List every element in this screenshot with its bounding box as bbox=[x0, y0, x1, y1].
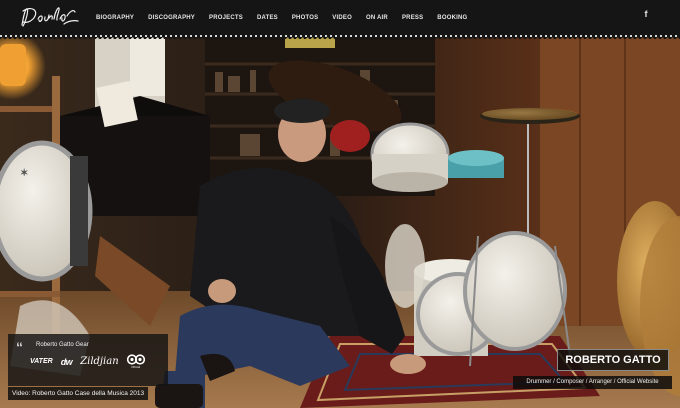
nav-discography[interactable]: Discography bbox=[148, 15, 195, 21]
nav-projects[interactable]: Projects bbox=[209, 15, 243, 21]
svg-text:✶: ✶ bbox=[20, 168, 28, 179]
gear-sponsor-box[interactable]: “ Roberto Gatto Gear VATER dw Zildjian O… bbox=[8, 334, 168, 386]
brand-remo-logo[interactable]: Official bbox=[126, 354, 145, 369]
brand-vater-logo[interactable]: VATER bbox=[30, 358, 53, 365]
nav-dates[interactable]: Dates bbox=[257, 15, 278, 21]
video-caption-link[interactable]: Video: Roberto Gatto Case della Musica 2… bbox=[8, 387, 149, 400]
artist-subtitle: Drummer / Composer / Arranger / Official… bbox=[513, 376, 672, 389]
nav-on-air[interactable]: On Air bbox=[366, 15, 388, 21]
nav-press[interactable]: Press bbox=[402, 15, 423, 21]
brand-zildjian-logo[interactable]: Zildjian bbox=[80, 356, 118, 367]
nav-booking[interactable]: Booking bbox=[437, 15, 467, 21]
artist-name-banner: ROBERTO GATTO bbox=[557, 349, 669, 371]
main-nav-menu: Biography Discography Projects Dates Pho… bbox=[96, 0, 481, 36]
nav-photos[interactable]: Photos bbox=[292, 15, 318, 21]
facebook-icon[interactable]: f bbox=[641, 8, 651, 20]
top-navbar: Biography Discography Projects Dates Pho… bbox=[0, 0, 680, 39]
gear-brand-logos: VATER dw Zildjian Official bbox=[30, 354, 153, 369]
nav-biography[interactable]: Biography bbox=[96, 15, 134, 21]
brand-remo-tagline: Official bbox=[131, 365, 141, 369]
quote-icon: “ bbox=[16, 339, 23, 355]
signature-logo[interactable] bbox=[18, 3, 80, 31]
remo-mark-icon bbox=[126, 354, 145, 365]
navbar-dotted-edge bbox=[0, 35, 680, 37]
brand-dw-logo[interactable]: dw bbox=[61, 357, 73, 367]
nav-video[interactable]: Video bbox=[332, 15, 352, 21]
gear-title: Roberto Gatto Gear bbox=[36, 342, 89, 348]
